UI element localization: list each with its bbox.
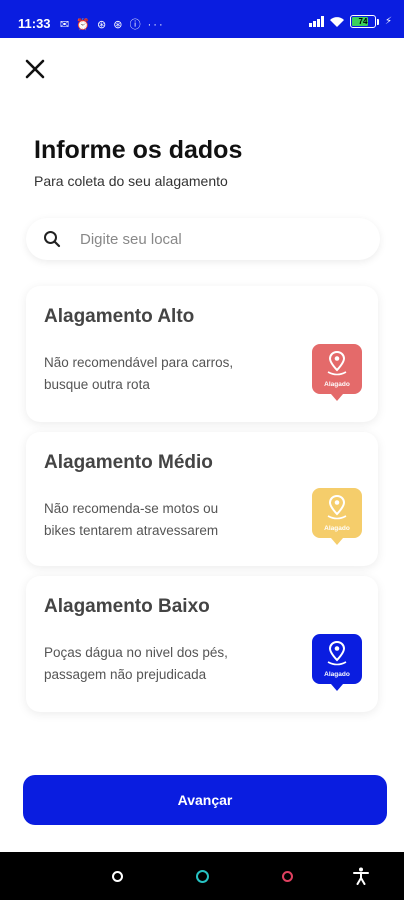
battery-level: 74 xyxy=(358,17,368,26)
option-title: Alagamento Alto xyxy=(44,306,195,327)
search-bar[interactable] xyxy=(26,218,380,260)
close-button[interactable] xyxy=(22,56,48,82)
pin-label: Alagado xyxy=(324,381,350,388)
pin-label: Alagado xyxy=(324,525,350,532)
back-icon[interactable] xyxy=(282,871,293,882)
battery-icon: 74 xyxy=(349,15,376,28)
advance-button[interactable]: Avançar xyxy=(23,775,387,825)
page-subtitle: Para coleta do seu alagamento xyxy=(34,173,228,189)
home-icon[interactable] xyxy=(112,871,123,882)
pin-label: Alagado xyxy=(324,671,350,678)
status-right: 74 ⚡ xyxy=(308,15,392,28)
option-card-medio[interactable]: Alagamento Médio Não recomenda-se motos … xyxy=(26,432,378,566)
flood-pin-icon: Alagado xyxy=(312,488,362,545)
option-title: Alagamento Médio xyxy=(44,452,213,473)
signal-icon xyxy=(308,16,324,27)
page-title: Informe os dados xyxy=(34,136,243,164)
option-description: Não recomenda-se motos ou bikes tentarem… xyxy=(44,501,219,538)
option-description: Não recomendável para carros, busque out… xyxy=(44,355,234,392)
option-description: Poças dágua no nivel dos pés, passagem n… xyxy=(44,645,228,682)
option-card-alto[interactable]: Alagamento Alto Não recomendável para ca… xyxy=(26,286,378,422)
option-title: Alagamento Baixo xyxy=(44,596,210,617)
close-icon xyxy=(25,59,45,79)
option-card-baixo[interactable]: Alagamento Baixo Poças dágua no nivel do… xyxy=(26,576,378,712)
system-nav-bar xyxy=(0,852,404,900)
battery-tip xyxy=(376,18,379,25)
notification-icons: ✉ ⏰ ⊛ ⊛ ⓘ ··· xyxy=(60,19,165,31)
status-time: 11:33 xyxy=(18,16,51,31)
search-icon xyxy=(44,231,61,248)
flood-pin-icon: Alagado xyxy=(312,344,362,401)
search-input[interactable] xyxy=(80,226,360,252)
recent-apps-icon[interactable] xyxy=(196,870,209,883)
status-bar: 11:33 ✉ ⏰ ⊛ ⊛ ⓘ ··· 74 ⚡ xyxy=(0,0,404,38)
accessibility-icon[interactable] xyxy=(352,867,370,885)
charging-icon: ⚡ xyxy=(384,16,392,27)
flood-pin-icon: Alagado xyxy=(312,634,362,691)
wifi-icon xyxy=(329,16,344,27)
